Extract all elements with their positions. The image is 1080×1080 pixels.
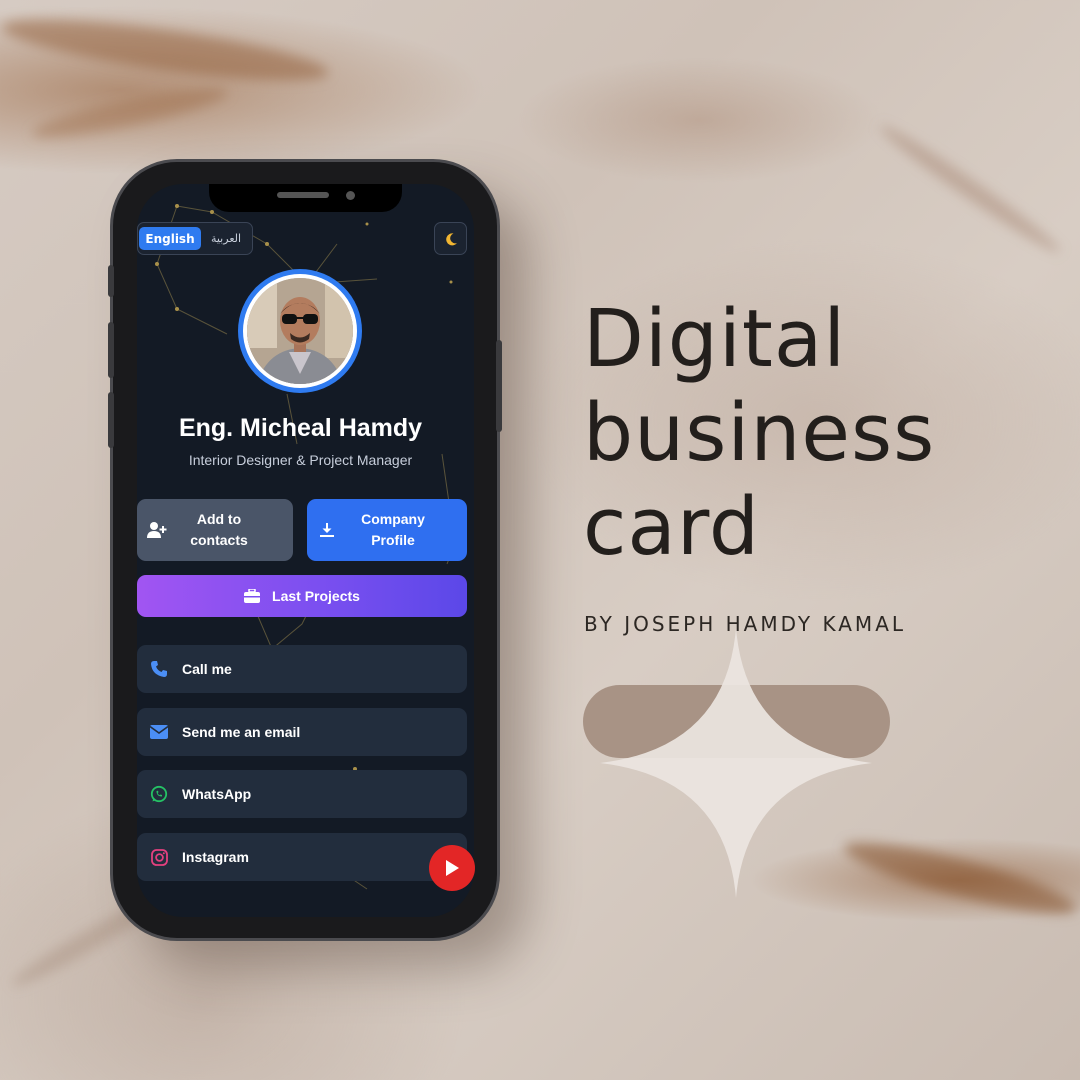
last-projects-label: Last Projects <box>272 588 360 604</box>
promo-title: Digital business card <box>583 292 935 574</box>
language-arabic-button[interactable]: العربية <box>204 227 248 250</box>
phone-side-button <box>496 340 502 432</box>
profile-photo <box>247 278 353 384</box>
whatsapp-label: WhatsApp <box>182 786 252 802</box>
profile-role: Interior Designer & Project Manager <box>188 452 413 468</box>
add-to-contacts-label: Add to contacts <box>190 511 248 548</box>
phone-icon <box>151 661 167 677</box>
instagram-label: Instagram <box>182 849 249 865</box>
youtube-play-button[interactable] <box>429 845 475 891</box>
profile-name: Eng. Micheal Hamdy <box>178 414 423 442</box>
instagram-icon <box>150 848 168 866</box>
sparkle-icon <box>600 628 872 898</box>
promo-title-line: card <box>583 481 761 573</box>
avatar <box>238 269 362 393</box>
phone-side-button <box>108 322 114 378</box>
send-email-link[interactable]: Send me an email <box>137 708 467 756</box>
promo-title-line: business <box>583 387 936 479</box>
send-email-label: Send me an email <box>182 724 301 740</box>
promo-title-line: Digital <box>583 293 847 385</box>
user-plus-icon <box>147 522 167 538</box>
company-profile-label: Company Profile <box>361 511 425 548</box>
language-english-button[interactable]: English <box>139 227 201 250</box>
envelope-icon <box>150 725 168 739</box>
marble-vein <box>839 829 1080 927</box>
whatsapp-link[interactable]: WhatsApp <box>137 770 467 818</box>
download-icon <box>320 523 334 537</box>
call-me-link[interactable]: Call me <box>137 645 467 693</box>
call-me-label: Call me <box>182 661 232 677</box>
moon-icon <box>445 232 457 245</box>
instagram-link[interactable]: Instagram <box>137 833 467 881</box>
whatsapp-icon <box>150 785 168 803</box>
theme-toggle-button[interactable] <box>434 222 467 255</box>
briefcase-icon <box>244 589 261 603</box>
phone-notch <box>209 184 402 212</box>
marble-vein <box>29 79 231 147</box>
phone-side-button <box>108 265 114 297</box>
marble-vein <box>874 118 1066 260</box>
company-profile-button[interactable]: Company Profile <box>307 499 467 561</box>
last-projects-button[interactable]: Last Projects <box>137 575 467 617</box>
add-to-contacts-button[interactable]: Add to contacts <box>137 499 293 561</box>
phone-side-button <box>108 392 114 448</box>
marble-vein <box>0 7 332 93</box>
play-icon <box>446 860 459 876</box>
phone-speaker <box>277 192 329 198</box>
phone-camera <box>346 191 355 200</box>
